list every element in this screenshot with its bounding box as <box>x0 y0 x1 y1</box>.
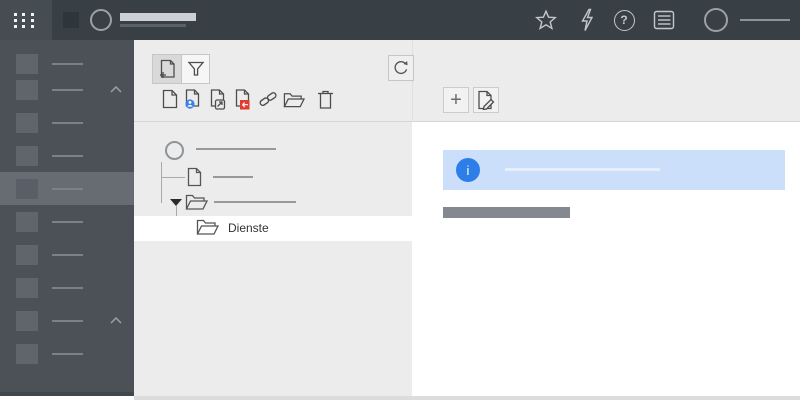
refresh-button[interactable] <box>388 55 414 81</box>
edit-button[interactable] <box>473 87 499 113</box>
sidebar-item-icon <box>16 113 38 133</box>
app-title-placeholder <box>120 13 196 21</box>
app-window: ? + Dienste i <box>0 0 800 400</box>
grid-dots-icon <box>14 13 36 28</box>
info-text-placeholder <box>505 168 660 171</box>
new-document-icon[interactable] <box>159 88 181 110</box>
main-bottom-edge <box>134 396 800 400</box>
sidebar-item-label-placeholder <box>52 287 83 289</box>
sidebar-item[interactable] <box>0 271 134 304</box>
tree-document-label-placeholder <box>213 176 253 178</box>
info-banner: i <box>443 150 785 190</box>
app-subtitle-placeholder <box>120 24 186 27</box>
filter-button[interactable] <box>181 55 209 83</box>
chevron-up-icon[interactable] <box>110 317 122 324</box>
list-panel-icon[interactable] <box>652 8 676 32</box>
sidebar-item-label-placeholder <box>52 320 83 322</box>
sidebar-item-icon <box>16 80 38 100</box>
add-document-button[interactable] <box>153 55 181 83</box>
help-glyph: ? <box>613 9 635 31</box>
sidebar-item-icon <box>16 344 38 364</box>
username-placeholder <box>740 19 790 21</box>
avatar-icon[interactable] <box>704 8 728 32</box>
sidebar-item-label-placeholder <box>52 353 83 355</box>
sidebar-bottom-edge <box>0 392 134 396</box>
document-forward-icon[interactable] <box>207 88 229 110</box>
sidebar-item[interactable] <box>0 304 134 337</box>
sidebar-item-label-placeholder <box>52 89 83 91</box>
tree-root-label-placeholder <box>196 148 276 150</box>
logo-placeholder <box>63 12 79 28</box>
sidebar-item-active[interactable] <box>0 172 134 205</box>
star-icon[interactable] <box>534 8 558 32</box>
tree-folder-dienste-icon[interactable] <box>196 217 219 236</box>
sidebar-item-icon <box>16 146 38 166</box>
main-area: + Dienste i <box>134 40 800 400</box>
tree-folder-icon[interactable] <box>185 192 208 211</box>
lightning-icon[interactable] <box>575 8 599 32</box>
chevron-up-icon[interactable] <box>110 86 122 93</box>
sidebar-item-icon <box>16 212 38 232</box>
sidebar-item-label-placeholder <box>52 188 83 190</box>
tree-document-icon[interactable] <box>187 167 202 187</box>
sidebar-item[interactable] <box>0 205 134 238</box>
document-import-icon[interactable] <box>232 88 254 110</box>
sidebar-item-icon <box>16 311 38 331</box>
sidebar-item[interactable] <box>0 238 134 271</box>
document-action-row <box>134 88 412 112</box>
sidebar-item[interactable] <box>0 73 134 106</box>
tree-connector <box>161 162 162 203</box>
tree-row-dienste-selected[interactable] <box>134 216 412 241</box>
tree-label-dienste[interactable]: Dienste <box>228 221 269 235</box>
trash-icon[interactable] <box>314 88 336 110</box>
app-launcher-button[interactable] <box>0 0 52 40</box>
sidebar-item-icon <box>16 179 38 199</box>
plus-glyph: + <box>450 89 462 111</box>
topbar: ? <box>0 0 800 40</box>
tree-root-icon[interactable] <box>165 141 184 160</box>
document-user-icon[interactable] <box>182 88 204 110</box>
sidebar-item-label-placeholder <box>52 63 83 65</box>
content-heading-placeholder <box>443 207 570 218</box>
panel-divider <box>412 40 413 122</box>
tree-connector <box>161 177 185 178</box>
brand-circle-icon <box>90 9 112 31</box>
folder-open-icon[interactable] <box>283 88 305 110</box>
sidebar-item-label-placeholder <box>52 122 83 124</box>
sidebar-item[interactable] <box>0 139 134 172</box>
info-icon: i <box>456 158 480 182</box>
mode-button-group <box>152 54 210 84</box>
sidebar-item[interactable] <box>0 337 134 370</box>
sidebar-item-label-placeholder <box>52 155 83 157</box>
help-icon[interactable]: ? <box>612 8 636 32</box>
expand-triangle-icon[interactable] <box>170 199 182 206</box>
sidebar-item-icon <box>16 278 38 298</box>
sidebar-item-icon <box>16 54 38 74</box>
add-button[interactable]: + <box>443 87 469 113</box>
toolbar: + <box>134 40 800 122</box>
sidebar-nav <box>0 40 134 396</box>
sidebar-item-label-placeholder <box>52 254 83 256</box>
sidebar-item[interactable] <box>0 106 134 139</box>
sidebar-item-icon <box>16 245 38 265</box>
tree-folder-label-placeholder <box>214 201 296 203</box>
folder-tree: Dienste <box>134 122 412 396</box>
link-icon[interactable] <box>257 88 279 110</box>
sidebar-item-label-placeholder <box>52 221 83 223</box>
